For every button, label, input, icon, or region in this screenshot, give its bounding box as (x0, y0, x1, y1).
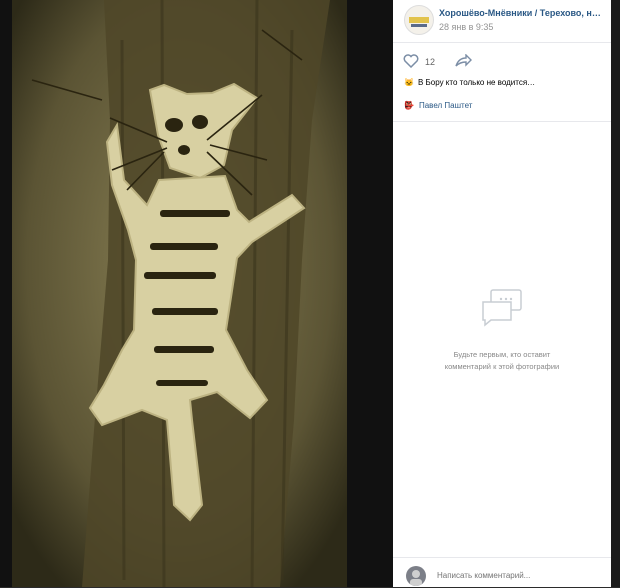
snow-cat-photo[interactable] (12, 0, 347, 587)
post-date[interactable]: 28 янв в 9:35 (439, 22, 493, 32)
photo-area[interactable] (0, 0, 393, 587)
group-avatar[interactable] (404, 5, 434, 35)
share-button[interactable] (454, 53, 472, 73)
post-caption: 🐱 В Бору кто только не водится… (404, 78, 604, 87)
heart-icon (403, 54, 419, 70)
empty-comments: Будьте первым, кто оставит комментарий к… (393, 288, 611, 373)
photo-viewer: Хорошёво-Мнёвники / Терехово, н… 28 янв … (0, 0, 620, 587)
divider (393, 121, 611, 122)
caption-text: В Бору кто только не водится… (417, 78, 536, 87)
empty-comments-line-1: Будьте первым, кто оставит (453, 350, 551, 359)
author-name-link[interactable]: Павел Паштет (419, 101, 472, 110)
user-avatar[interactable] (406, 566, 426, 586)
scrollbar[interactable] (611, 0, 620, 587)
author-emoji-icon: 👺 (404, 101, 414, 110)
empty-comments-line-2: комментарий к этой фотографии (444, 362, 560, 371)
photo-sidebar: Хорошёво-Мнёвники / Терехово, н… 28 янв … (393, 0, 611, 587)
share-arrow-icon (454, 53, 472, 72)
like-count: 12 (425, 57, 436, 67)
photo-author[interactable]: 👺 Павел Паштет (404, 101, 472, 110)
empty-comments-text: Будьте первым, кто оставит комментарий к… (393, 349, 611, 373)
post-actions: 12 (393, 50, 611, 72)
group-name-link[interactable]: Хорошёво-Мнёвники / Терехово, н… (439, 8, 607, 18)
like-button[interactable]: 12 (403, 54, 435, 70)
comment-input[interactable] (437, 568, 597, 582)
cat-emoji-icon: 🐱 (404, 78, 414, 87)
comment-footer (393, 557, 611, 588)
post-header: Хорошёво-Мнёвники / Терехово, н… 28 янв … (393, 0, 611, 43)
comments-icon (479, 289, 525, 332)
